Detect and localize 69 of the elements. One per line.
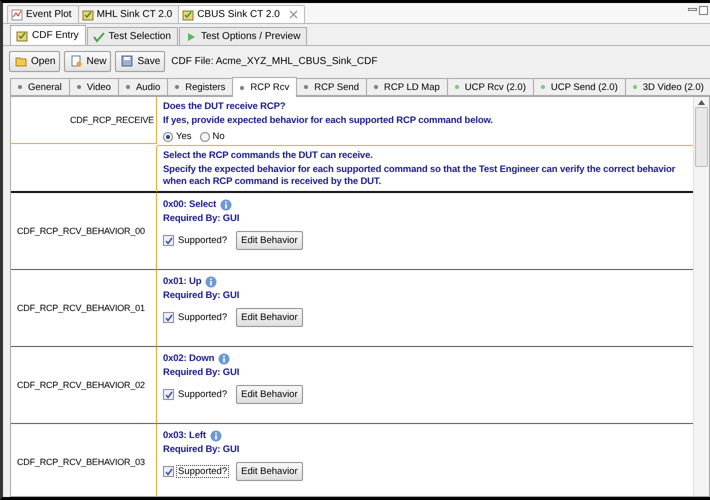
minimize-icon[interactable]	[688, 6, 697, 13]
required-by-text: Required By: GUI	[163, 444, 240, 456]
required-by-text: Required By: GUI	[163, 213, 240, 225]
field-key: CDF_RCP_RCV_BEHAVIOR_01	[11, 270, 157, 347]
close-icon[interactable]	[288, 10, 298, 19]
command-title: 0x01: Up	[163, 276, 202, 288]
scroll-up-icon[interactable]	[698, 100, 705, 105]
hint-text: If yes, provide expected behavior for each supported RCP command below.	[163, 115, 494, 127]
section-tab[interactable]: UCP Send (2.0)	[532, 78, 626, 96]
section-tab[interactable]: Video	[68, 78, 119, 96]
field-key: CDF_RCP_RCV_BEHAVIOR_00	[11, 193, 157, 270]
editor-tab[interactable]: MHL Sink CT 2.0	[78, 5, 180, 23]
edit-behavior-button[interactable]: Edit Behavior	[236, 231, 303, 250]
checkbox[interactable]	[163, 466, 174, 477]
edit-behavior-button[interactable]: Edit Behavior	[236, 385, 303, 404]
field-key: CDF_RCP_RCV_BEHAVIOR_02	[11, 347, 157, 424]
editor-tab[interactable]: CBUS Sink CT 2.0	[178, 5, 305, 23]
required-by-text: Required By: GUI	[163, 290, 240, 302]
clipboard-icon	[182, 8, 194, 20]
section-tab[interactable]: 3D Video (2.0)	[624, 78, 710, 96]
editor-tab[interactable]: Event Plot	[7, 5, 79, 23]
info-icon	[210, 430, 222, 442]
folder-icon	[14, 55, 28, 67]
cdf-file-label: CDF File: Acme_XYZ_MHL_CBUS_Sink_CDF	[171, 56, 378, 66]
command-title: 0x03: Left	[163, 430, 206, 442]
command-title: 0x02: Down	[163, 353, 214, 365]
field-key: CDF_RCP_RECEIVE	[11, 97, 157, 144]
save-icon	[120, 55, 134, 67]
section-tab[interactable]: Registers	[167, 78, 234, 96]
toolbar-button[interactable]: New	[64, 50, 112, 72]
command-title: 0x00: Select	[163, 199, 216, 211]
required-by-text: Required By: GUI	[163, 367, 240, 379]
toolbar-button[interactable]: Open	[9, 50, 60, 72]
section-tab[interactable]: RCP Send	[296, 78, 367, 96]
section-tab[interactable]: Audio	[118, 78, 168, 96]
section-tab[interactable]: General	[10, 78, 70, 96]
radio-button[interactable]: Yes	[163, 131, 192, 142]
checkbox-label[interactable]: Supported?	[177, 389, 228, 400]
checkbox[interactable]	[163, 389, 174, 400]
view-tab[interactable]: CDF Entry	[10, 25, 86, 45]
checkbox[interactable]	[163, 235, 174, 246]
edit-behavior-button[interactable]: Edit Behavior	[236, 462, 303, 481]
toolbar-button[interactable]: Save	[115, 50, 166, 72]
maximize-icon[interactable]	[699, 6, 708, 15]
intro-lead-text: Select the RCP commands the DUT can receive.	[163, 150, 374, 162]
intro-body-text: Specify the expected behavior for each supported command so that the Test Engineer can verify the correct behavior when each RCP command is received by the DUT.	[163, 164, 676, 188]
view-tab[interactable]: Test Selection	[86, 27, 178, 45]
checkbox-label[interactable]: Supported?	[177, 235, 228, 246]
scrollbar[interactable]	[693, 97, 709, 496]
info-icon	[218, 353, 230, 365]
checkbox[interactable]	[163, 312, 174, 323]
clipboard-icon	[82, 8, 94, 20]
clipboard-icon	[16, 30, 28, 42]
section-tab[interactable]: RCP LD Map	[366, 78, 448, 96]
section-tab[interactable]: RCP Rcv	[232, 77, 298, 97]
section-tab[interactable]: UCP Rcv (2.0)	[446, 78, 534, 96]
scrollbar-thumb[interactable]	[695, 107, 708, 167]
new-file-icon	[69, 55, 84, 67]
checkmark-icon	[92, 30, 105, 42]
chart-icon	[11, 8, 23, 20]
view-tab[interactable]: Test Options / Preview	[178, 27, 308, 45]
checkbox-label[interactable]: Supported?	[177, 312, 228, 323]
edit-behavior-button[interactable]: Edit Behavior	[236, 308, 303, 327]
checkbox-label[interactable]: Supported?	[177, 466, 228, 477]
info-icon	[220, 199, 232, 211]
field-key: CDF_RCP_RCV_BEHAVIOR_03	[11, 424, 157, 496]
info-icon	[205, 276, 218, 288]
radio-button[interactable]: No	[200, 131, 225, 142]
question-text: Does the DUT receive RCP?	[163, 101, 286, 113]
